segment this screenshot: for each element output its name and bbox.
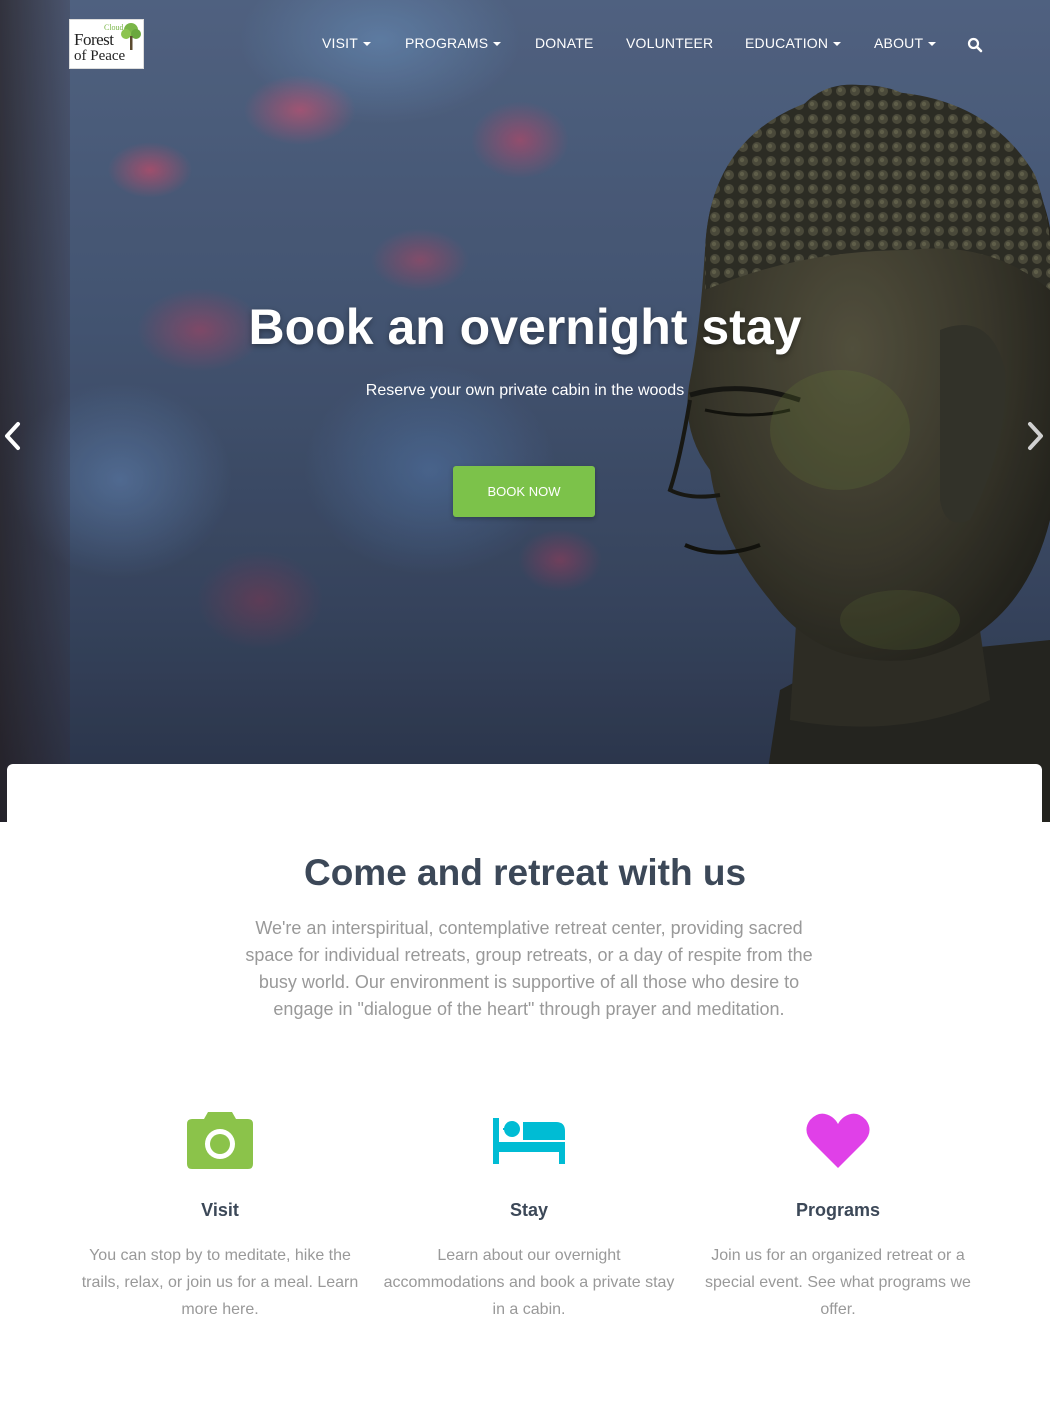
nav-programs-label: PROGRAMS bbox=[405, 35, 489, 51]
hero-carousel bbox=[0, 0, 1050, 822]
heart-icon bbox=[688, 1100, 988, 1180]
tree-icon bbox=[121, 23, 141, 50]
nav-volunteer[interactable]: VOLUNTEER bbox=[626, 35, 713, 51]
caret-down-icon bbox=[833, 41, 842, 46]
nav-education-label: EDUCATION bbox=[745, 35, 829, 51]
search-icon[interactable] bbox=[967, 37, 983, 53]
nav-education[interactable]: EDUCATION bbox=[745, 35, 842, 51]
bed-icon bbox=[379, 1100, 679, 1180]
feature-title: Programs bbox=[795, 1200, 881, 1220]
hero-subtitle: Reserve your own private cabin in the wo… bbox=[365, 382, 685, 399]
caret-down-icon bbox=[493, 41, 502, 46]
nav-volunteer-label: VOLUNTEER bbox=[626, 35, 714, 51]
feature-description: Join us for an organized retreat or a sp… bbox=[705, 1247, 971, 1318]
carousel-next-arrow-icon[interactable] bbox=[1024, 420, 1046, 452]
carousel-prev-arrow-icon[interactable] bbox=[2, 420, 24, 452]
logo-title: Forest bbox=[74, 30, 114, 49]
section-description: We're an interspiritual, contemplative r… bbox=[245, 918, 813, 1019]
nav-donate-label: DONATE bbox=[535, 35, 594, 51]
feature-description: You can stop by to meditate, hike the tr… bbox=[81, 1247, 359, 1318]
logo-subtitle: of Peace bbox=[74, 48, 126, 64]
site-logo[interactable]: Cloud Forest of Peace bbox=[69, 19, 144, 69]
caret-down-icon bbox=[928, 41, 937, 46]
feature-title: Visit bbox=[201, 1200, 239, 1220]
caret-down-icon bbox=[363, 41, 372, 46]
feature-description: Learn about our overnight accommodations… bbox=[383, 1247, 675, 1318]
nav-visit[interactable]: VISIT bbox=[322, 35, 372, 51]
feature-visit[interactable]: Visit You can stop by to meditate, hike … bbox=[70, 1100, 370, 1323]
nav-about-label: ABOUT bbox=[874, 35, 924, 51]
section-title: Come and retreat with us bbox=[303, 852, 747, 893]
hero-title: Book an overnight stay bbox=[248, 299, 802, 355]
feature-title: Stay bbox=[509, 1200, 549, 1220]
nav-programs[interactable]: PROGRAMS bbox=[405, 35, 502, 51]
camera-icon bbox=[70, 1100, 370, 1180]
feature-programs[interactable]: Programs Join us for an organized retrea… bbox=[688, 1100, 988, 1323]
feature-stay[interactable]: Stay Learn about our overnight accommoda… bbox=[379, 1100, 679, 1323]
nav-visit-label: VISIT bbox=[322, 35, 359, 51]
hero-overlay bbox=[0, 0, 1050, 822]
nav-about[interactable]: ABOUT bbox=[874, 35, 937, 51]
book-now-button[interactable]: BOOK NOW bbox=[453, 466, 595, 517]
nav-donate[interactable]: DONATE bbox=[535, 35, 594, 51]
